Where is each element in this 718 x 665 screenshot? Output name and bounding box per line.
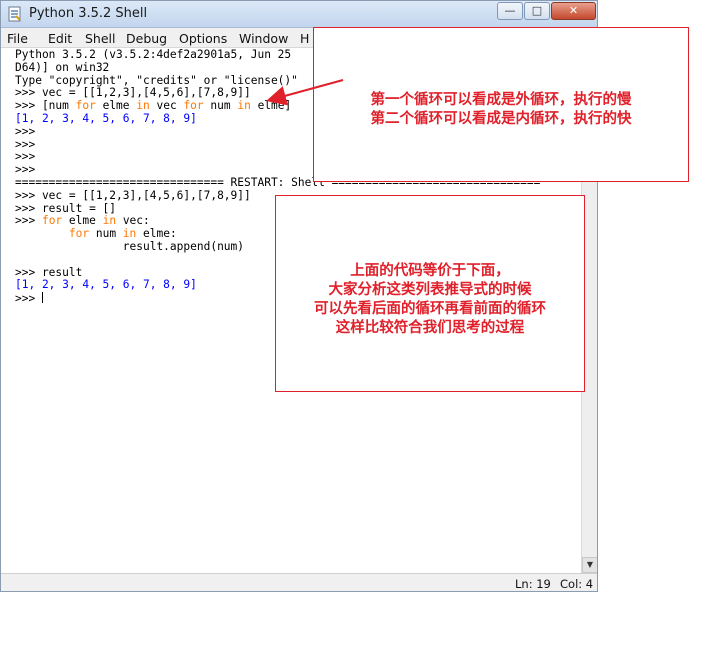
- title-bar[interactable]: Python 3.5.2 Shell — □ ✕: [1, 1, 597, 28]
- output-text: [1, 2, 3, 4, 5, 6, 7, 8, 9]: [15, 111, 197, 125]
- code-text: >>> vec = [[1,2,3],[4,5,6],[7,8,9]]: [15, 86, 251, 100]
- status-line: Ln: 19: [515, 577, 551, 591]
- keyword-token: for: [183, 99, 204, 113]
- keyword-token: for: [75, 99, 96, 113]
- code-text: Python 3.5.2 (v3.5.2:4def2a2901a5, Jun 2…: [15, 49, 298, 61]
- annotation-text: 第二个循环可以看成是内循环，执行的快: [370, 111, 632, 127]
- code-text: D64)] on win32: [15, 60, 110, 74]
- code-text: result.append(num): [15, 239, 245, 253]
- menu-help[interactable]: H: [300, 31, 309, 46]
- python-idle-icon: [8, 6, 21, 22]
- code-text: >>>: [15, 150, 36, 164]
- annotation-box-loops: 第一个循环可以看成是外循环，执行的慢 第二个循环可以看成是内循环，执行的快: [313, 27, 689, 182]
- window-title: Python 3.5.2 Shell: [29, 6, 148, 21]
- code-text: vec:: [116, 214, 150, 228]
- annotation-text: 第一个循环可以看成是外循环，执行的慢: [370, 92, 632, 108]
- keyword-token: in: [102, 214, 117, 228]
- code-text: >>>: [15, 137, 36, 151]
- keyword-token: in: [122, 227, 137, 241]
- keyword-token: in: [136, 99, 150, 113]
- scroll-down-icon[interactable]: ▼: [582, 557, 597, 573]
- code-text: elme: [62, 214, 103, 228]
- menu-shell[interactable]: Shell: [85, 31, 116, 46]
- code-text: num: [89, 227, 123, 241]
- code-text: >>> result = []: [15, 201, 117, 215]
- menu-edit[interactable]: Edit: [48, 31, 72, 46]
- annotation-text: 这样比较符合我们思考的过程: [335, 320, 525, 336]
- code-text: >>>: [15, 124, 36, 138]
- code-text: num: [203, 99, 238, 113]
- code-text: >>> [num: [15, 99, 76, 113]
- status-column: Col: 4: [560, 577, 594, 591]
- maximize-button[interactable]: □: [524, 2, 550, 20]
- annotation-text: 可以先看后面的循环再看前面的循环: [314, 301, 546, 317]
- annotation-text: 大家分析这类列表推导式的时候: [328, 282, 532, 298]
- annotation-box-equivalent: 上面的代码等价于下面， 大家分析这类列表推导式的时候 可以先看后面的循环再看前面…: [275, 195, 585, 392]
- status-bar: Ln: 19 Col: 4: [1, 573, 597, 591]
- annotation-text: 上面的代码等价于下面，: [350, 263, 510, 279]
- code-text: elme:: [136, 227, 177, 241]
- code-text: >>> vec = [[1,2,3],[4,5,6],[7,8,9]]: [15, 188, 251, 202]
- minimize-button[interactable]: —: [497, 2, 523, 20]
- menu-options[interactable]: Options: [179, 31, 227, 46]
- code-text: Type "copyright", "credits" or "license(…: [15, 73, 298, 87]
- keyword-token: for: [41, 214, 63, 228]
- menu-window[interactable]: Window: [239, 31, 288, 46]
- close-button[interactable]: ✕: [551, 2, 596, 20]
- keyword-token: in: [237, 99, 251, 113]
- code-text: >>>: [15, 292, 42, 306]
- keyword-token: for: [68, 227, 90, 241]
- output-text: [1, 2, 3, 4, 5, 6, 7, 8, 9]: [15, 278, 197, 292]
- code-text: >>> result: [15, 265, 83, 279]
- code-text: vec: [149, 99, 184, 113]
- text-cursor: [41, 292, 43, 304]
- menu-debug[interactable]: Debug: [126, 31, 167, 46]
- code-text: elme: [95, 99, 137, 113]
- code-text: elme]: [250, 99, 292, 113]
- code-text: >>>: [15, 163, 36, 177]
- code-text: >>>: [15, 214, 42, 228]
- menu-file[interactable]: File: [7, 31, 28, 46]
